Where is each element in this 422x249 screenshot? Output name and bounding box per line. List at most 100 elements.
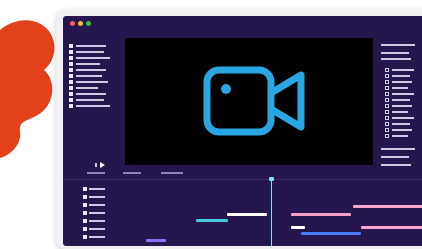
property-label	[392, 105, 412, 107]
timeline-tab[interactable]	[123, 172, 141, 174]
inspector-row	[381, 148, 415, 150]
property-checkbox[interactable]	[385, 80, 389, 84]
property-label	[392, 117, 414, 119]
property-checkbox[interactable]	[385, 122, 389, 126]
timeline-clip[interactable]	[361, 226, 422, 229]
track-name	[89, 236, 105, 238]
track-icon	[83, 235, 87, 239]
track-header[interactable]	[71, 202, 131, 208]
play-icon	[100, 162, 105, 168]
track-header[interactable]	[71, 234, 131, 240]
timeline-tab[interactable]	[87, 172, 105, 174]
track-name	[89, 228, 105, 230]
track-icon	[83, 187, 87, 191]
list-item-label	[76, 105, 110, 107]
list-item-label	[76, 69, 106, 71]
track-header[interactable]	[71, 186, 131, 192]
property-checkbox[interactable]	[385, 110, 389, 114]
property-checkbox[interactable]	[385, 128, 389, 132]
track-icon	[83, 211, 87, 215]
list-item-label	[76, 63, 100, 65]
list-bullet-icon	[69, 104, 73, 108]
menu-item-3[interactable]	[116, 34, 122, 40]
menu-item-2[interactable]	[90, 34, 100, 40]
inspector-heading	[381, 44, 415, 46]
property-label	[392, 81, 412, 83]
list-bullet-icon	[69, 74, 73, 78]
track-icon	[83, 227, 87, 231]
property-label	[392, 99, 410, 101]
list-bullet-icon	[69, 92, 73, 96]
track-icon	[83, 219, 87, 223]
camera-viewfinder	[267, 71, 305, 131]
menu-item-1[interactable]	[71, 34, 81, 40]
track-header[interactable]	[71, 210, 131, 216]
list-bullet-icon	[69, 44, 73, 48]
list-item-label	[76, 51, 104, 53]
inspector-row	[381, 156, 409, 158]
property-label	[392, 135, 408, 137]
timeline-clip[interactable]	[196, 219, 228, 222]
timeline-clip[interactable]	[291, 213, 351, 216]
list-bullet-icon	[69, 86, 73, 90]
track-name	[89, 212, 105, 214]
track-name	[89, 196, 105, 198]
close-window-button[interactable]	[70, 21, 75, 26]
track-header[interactable]	[71, 226, 131, 232]
list-item-label	[76, 93, 106, 95]
video-editor-window	[63, 16, 422, 246]
property-label	[392, 111, 408, 113]
track-header-list	[71, 186, 131, 246]
property-checkbox[interactable]	[385, 98, 389, 102]
property-checkbox[interactable]	[385, 92, 389, 96]
list-item-label	[76, 57, 110, 59]
list-bullet-icon	[69, 80, 73, 84]
property-checkbox[interactable]	[385, 116, 389, 120]
pause-icon-bar	[95, 163, 97, 167]
property-label	[392, 69, 414, 71]
property-checkbox[interactable]	[385, 134, 389, 138]
play-controls[interactable]	[95, 162, 105, 168]
inspector-row	[381, 164, 411, 166]
property-checkbox[interactable]	[385, 104, 389, 108]
property-checkbox[interactable]	[385, 74, 389, 78]
camera-lens-dot	[221, 84, 231, 94]
timeline-tracks[interactable]	[141, 181, 422, 246]
property-label	[392, 75, 410, 77]
list-bullet-icon	[69, 56, 73, 60]
track-header[interactable]	[71, 218, 131, 224]
video-camera-icon	[203, 66, 305, 136]
list-item-label	[76, 75, 102, 77]
track-icon	[83, 203, 87, 207]
inspector-panel	[379, 44, 422, 184]
orange-splash-shape	[0, 20, 55, 158]
list-item-label	[76, 81, 108, 83]
maximize-window-button[interactable]	[86, 21, 91, 26]
timeline-clip[interactable]	[227, 213, 267, 216]
list-item-label	[76, 45, 106, 47]
property-label	[392, 129, 412, 131]
property-checkbox[interactable]	[385, 86, 389, 90]
list-bullet-icon	[69, 98, 73, 102]
playhead-handle[interactable]	[269, 177, 274, 181]
property-label	[392, 87, 408, 89]
property-label	[392, 93, 414, 95]
title-bar	[63, 16, 422, 30]
timeline-clip[interactable]	[291, 226, 305, 229]
camera-body	[203, 66, 275, 136]
track-header[interactable]	[71, 194, 131, 200]
inspector-row	[381, 52, 409, 54]
list-bullet-icon	[69, 62, 73, 66]
video-preview[interactable]	[125, 38, 373, 165]
timeline-playhead[interactable]	[271, 179, 272, 246]
track-icon	[83, 195, 87, 199]
track-name	[89, 204, 105, 206]
timeline-tab[interactable]	[161, 172, 183, 174]
timeline-clip[interactable]	[353, 205, 422, 208]
track-name	[89, 220, 105, 222]
media-browser-panel	[69, 44, 121, 164]
inspector-row	[381, 58, 411, 60]
minimize-window-button[interactable]	[78, 21, 83, 26]
property-checkbox[interactable]	[385, 68, 389, 72]
timeline-clip[interactable]	[301, 232, 361, 235]
